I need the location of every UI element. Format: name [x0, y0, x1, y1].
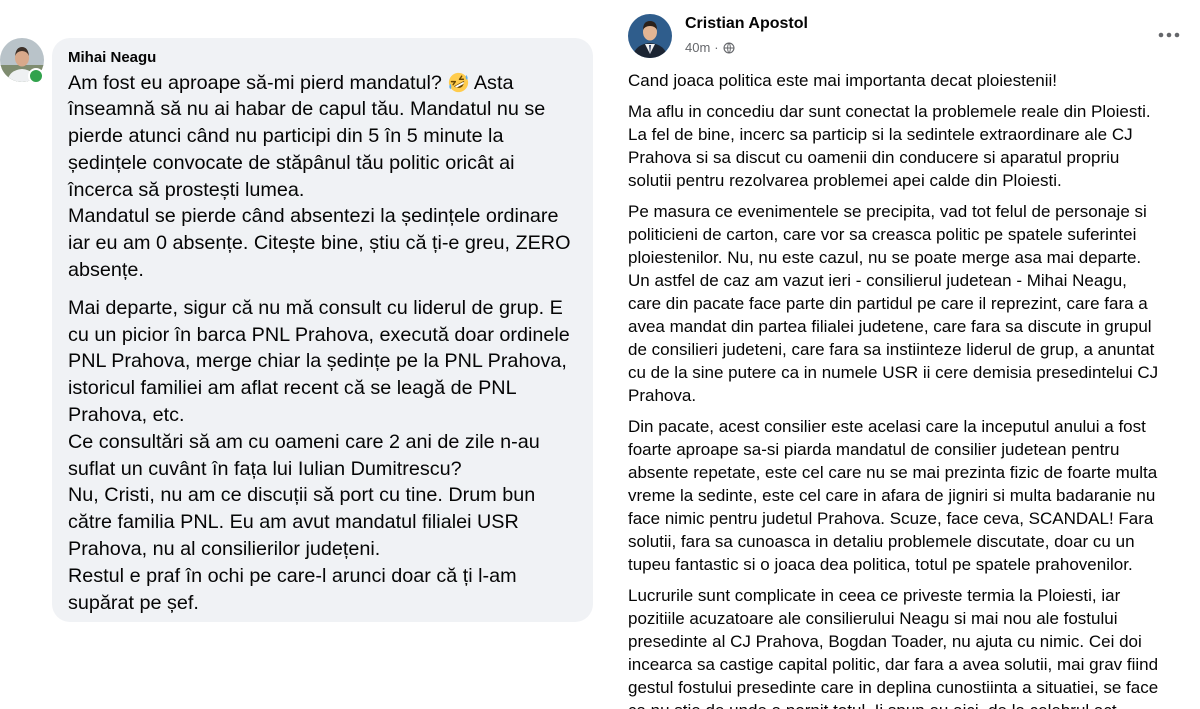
post-line: incearca sa castige capital politic, dar…	[628, 654, 1159, 674]
comment-author-name[interactable]: Mihai Neagu	[68, 48, 577, 68]
comment-line: Prahova, etc.	[68, 404, 185, 427]
comment-body: Am fost eu aproape să-mi pierd mandatul?…	[68, 70, 577, 617]
post-line: pozitiile acuzatoare ale consilierului N…	[628, 608, 1118, 628]
post-line: cu de la sine putere ca in numele USR ii…	[628, 362, 1159, 382]
post-line: Pe masura ce evenimentele se precipita, …	[628, 201, 1147, 221]
comment-text-segment: Asta	[473, 71, 514, 94]
post-author-avatar[interactable]	[628, 14, 672, 58]
post-line: avea mandat din partea filialei judetene…	[628, 316, 1152, 336]
comment-line: Mandatul se pierde când absentezi la șed…	[68, 205, 559, 228]
comment-line: Ce consultări să am cu oameni care 2 ani…	[68, 430, 540, 453]
comment-line: pierde atunci când nu participi din 5 în…	[68, 125, 504, 148]
post-line: care din pacate face parte din partidul …	[628, 293, 1148, 313]
comment-line: Mai departe, sigur că nu mă consult cu l…	[68, 296, 563, 319]
post-body: Cand joaca politica este mai importanta …	[628, 69, 1188, 709]
post-line: de consilieri judeteni, care fara sa ins…	[628, 339, 1155, 359]
comment-line: ședințele convocate de stăpânul tău poli…	[68, 151, 515, 174]
post-line: gestul fostului presedinte care in depli…	[628, 677, 1159, 697]
post-line-cut-off: ca nu stie de unde a pornit totul. Ii sp…	[628, 699, 1188, 709]
post-line: Prahova.	[628, 385, 697, 405]
comment-line: iar eu am 0 absențe. Citește bine, știu …	[68, 232, 571, 255]
post-timestamp[interactable]: 40m	[685, 40, 710, 56]
comment-line: istoricul familiei am aflat recent că se…	[68, 377, 517, 400]
comment-line: suflat un cuvânt în fața lui Iulian Dumi…	[68, 457, 462, 480]
post-line: Ma aflu in concediu dar sunt conectat la…	[628, 101, 1151, 121]
post-line: Lucrurile sunt complicate in ceea ce pri…	[628, 585, 1121, 605]
post-line: La fel de bine, incerc sa particip si la…	[628, 124, 1133, 144]
globe-icon	[723, 42, 735, 54]
post-line: foarte aproape sa-si piarda mandatul de …	[628, 439, 1120, 459]
post-line: absente repetate, este cel care nu se ma…	[628, 462, 1158, 482]
comment-line: cu un picior în barca PNL Prahova, execu…	[68, 323, 570, 346]
post-line: vreme la sedinte, este cel care in afara…	[628, 485, 1156, 505]
post-line: Din pacate, acest consilier este acelasi…	[628, 416, 1146, 436]
post-paragraph: Ma aflu in concediu dar sunt conectat la…	[628, 100, 1188, 192]
comment-line: absențe.	[68, 259, 144, 282]
post-paragraph: Cand joaca politica este mai importanta …	[628, 69, 1188, 92]
comment-line: Nu, Cristi, nu am ce discuții să port cu…	[68, 484, 536, 507]
post-line: solutii pentru rezolvarea problemei apei…	[628, 170, 1062, 190]
comment-line: PNL Prahova, merge chiar la ședințe pe l…	[68, 350, 567, 373]
page: Mihai Neagu Am fost eu aproape să-mi pie…	[0, 0, 1200, 709]
online-status-dot	[28, 68, 44, 84]
post-line: Un astfel de caz am vazut ieri - consili…	[628, 270, 1127, 290]
post-author-name[interactable]: Cristian Apostol	[685, 14, 808, 34]
comment-line: către familia PNL. Eu am avut mandatul f…	[68, 511, 519, 534]
comment-line: Restul e praf în ochi pe care-l arunci d…	[68, 564, 517, 587]
more-options-icon[interactable]	[1156, 26, 1182, 44]
comment-bubble: Mihai Neagu Am fost eu aproape să-mi pie…	[52, 38, 593, 622]
post-paragraph: Din pacate, acest consilier este acelasi…	[628, 415, 1188, 576]
rolling-on-the-floor-laughing-emoji-icon	[448, 72, 469, 93]
post-meta: 40m ·	[685, 40, 735, 56]
comment-paragraph: Am fost eu aproape să-mi pierd mandatul?…	[68, 70, 577, 284]
comment-line: înseamnă să nu ai habar de capul tău. Ma…	[68, 98, 546, 121]
post-line: politicieni de carton, care vor sa creas…	[628, 224, 1137, 244]
post-line: Cand joaca politica este mai importanta …	[628, 70, 1058, 90]
post-line: Prahova si sa discut cu oamenii din cond…	[628, 147, 1120, 167]
comment-line: încerca să prostești lumea.	[68, 178, 305, 201]
post-line: tupeu fantastic si o joaca dea politica,…	[628, 554, 1133, 574]
comment-line: Am fost eu aproape să-mi pierd mandatul?…	[68, 70, 577, 97]
meta-separator: ·	[714, 40, 719, 55]
post-line: presedinte al CJ Prahova, Bogdan Toader,…	[628, 631, 1142, 651]
comment-paragraph: Mai departe, sigur că nu mă consult cu l…	[68, 295, 577, 617]
comment-line: Prahova, nu al consilierilor județeni.	[68, 538, 381, 561]
comment-text-segment: Am fost eu aproape să-mi pierd mandatul?	[68, 71, 442, 94]
comment-line: supărat pe șef.	[68, 591, 199, 614]
post-line: solutii, fara sa cunoasca in detaliu pro…	[628, 531, 1135, 551]
post-paragraph: Pe masura ce evenimentele se precipita, …	[628, 200, 1188, 407]
post-paragraph: Lucrurile sunt complicate in ceea ce pri…	[628, 584, 1188, 709]
post-line: face nimic pentru judetul Prahova. Scuze…	[628, 508, 1154, 528]
post-line: ploiestenilor. Nu, nu este cazul, nu se …	[628, 247, 1142, 267]
